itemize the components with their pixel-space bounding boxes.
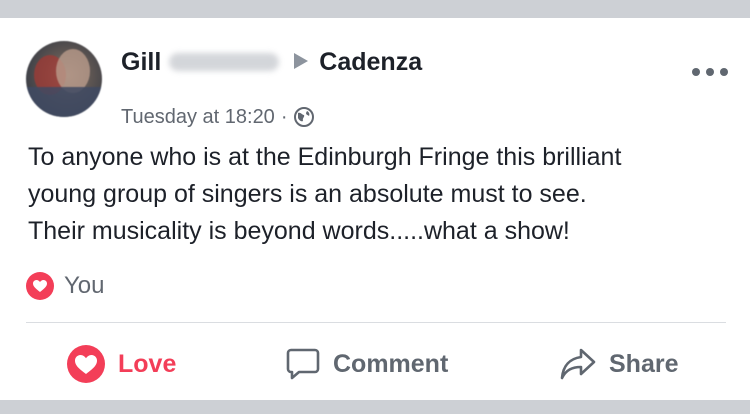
more-options-icon[interactable]: [688, 64, 732, 80]
post-body: To anyone who is at the Edinburgh Fringe…: [28, 139, 728, 250]
heart-icon: [66, 344, 106, 384]
share-label: Share: [609, 349, 679, 378]
triangle-right-icon: [293, 48, 309, 77]
divider: [26, 322, 726, 323]
reactions-label: You: [64, 272, 105, 299]
post-header: Gill Cadenza: [121, 46, 422, 78]
heart-icon: [26, 272, 54, 300]
comment-button[interactable]: Comment: [285, 344, 448, 384]
avatar[interactable]: [26, 41, 102, 117]
redacted-surname: [169, 53, 280, 71]
post-card: Gill Cadenza Tuesday at 18:20 · To anyon…: [0, 18, 750, 400]
post-text-line: Their musicality is beyond words.....wha…: [28, 217, 570, 245]
post-timestamp[interactable]: Tuesday at 18:20: [121, 106, 275, 129]
love-label: Love: [118, 349, 177, 378]
group-name[interactable]: Cadenza: [319, 48, 422, 77]
meta-separator: ·: [280, 105, 288, 128]
post-text-line: young group of singers is an absolute mu…: [28, 180, 587, 208]
globe-icon[interactable]: [293, 106, 315, 128]
speech-bubble-icon: [285, 346, 321, 382]
comment-label: Comment: [333, 349, 449, 378]
share-button[interactable]: Share: [559, 344, 678, 384]
share-arrow-icon: [559, 347, 597, 381]
author-name[interactable]: Gill: [121, 48, 161, 77]
post-meta: Tuesday at 18:20 ·: [121, 103, 315, 131]
feed-gap: [0, 400, 750, 414]
love-button[interactable]: Love: [66, 344, 176, 384]
reactions-summary[interactable]: You: [26, 271, 105, 301]
post-text-line: To anyone who is at the Edinburgh Fringe…: [28, 143, 622, 171]
